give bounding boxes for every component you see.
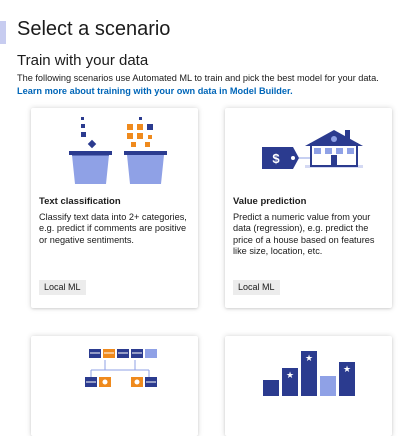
scenario-card-recommendation[interactable] [31, 336, 198, 436]
card-description: Predict a numeric value from your data (… [233, 212, 375, 256]
svg-text:$: $ [272, 151, 280, 166]
svg-text:★: ★ [343, 365, 351, 375]
local-ml-tag: Local ML [233, 280, 280, 295]
local-ml-tag: Local ML [39, 280, 86, 295]
card-title: Text classification [39, 196, 121, 207]
learn-more-link[interactable]: Learn more about training with your own … [17, 86, 293, 96]
svg-text:★: ★ [286, 371, 294, 381]
section-description: The following scenarios use Automated ML… [17, 73, 379, 83]
card-title: Value prediction [233, 196, 307, 207]
scenario-card-value-prediction[interactable]: $ Value prediction Predict a numeric val… [225, 108, 392, 308]
page-title: Select a scenario [17, 18, 171, 40]
svg-text:★: ★ [305, 354, 313, 364]
scenario-card-ranking[interactable]: ★ ★ ★ [225, 336, 392, 436]
value-prediction-icon: $ [262, 130, 363, 169]
card-description: Classify text data into 2+ categories, e… [39, 212, 187, 245]
section-title: Train with your data [17, 52, 149, 69]
scenario-card-text-classification[interactable]: Text classification Classify text data i… [31, 108, 198, 308]
text-classification-icon [69, 117, 167, 184]
ranking-chart-icon: ★ ★ ★ [263, 351, 355, 396]
title-accent-bar [0, 21, 6, 44]
recommendation-icon [85, 349, 157, 387]
